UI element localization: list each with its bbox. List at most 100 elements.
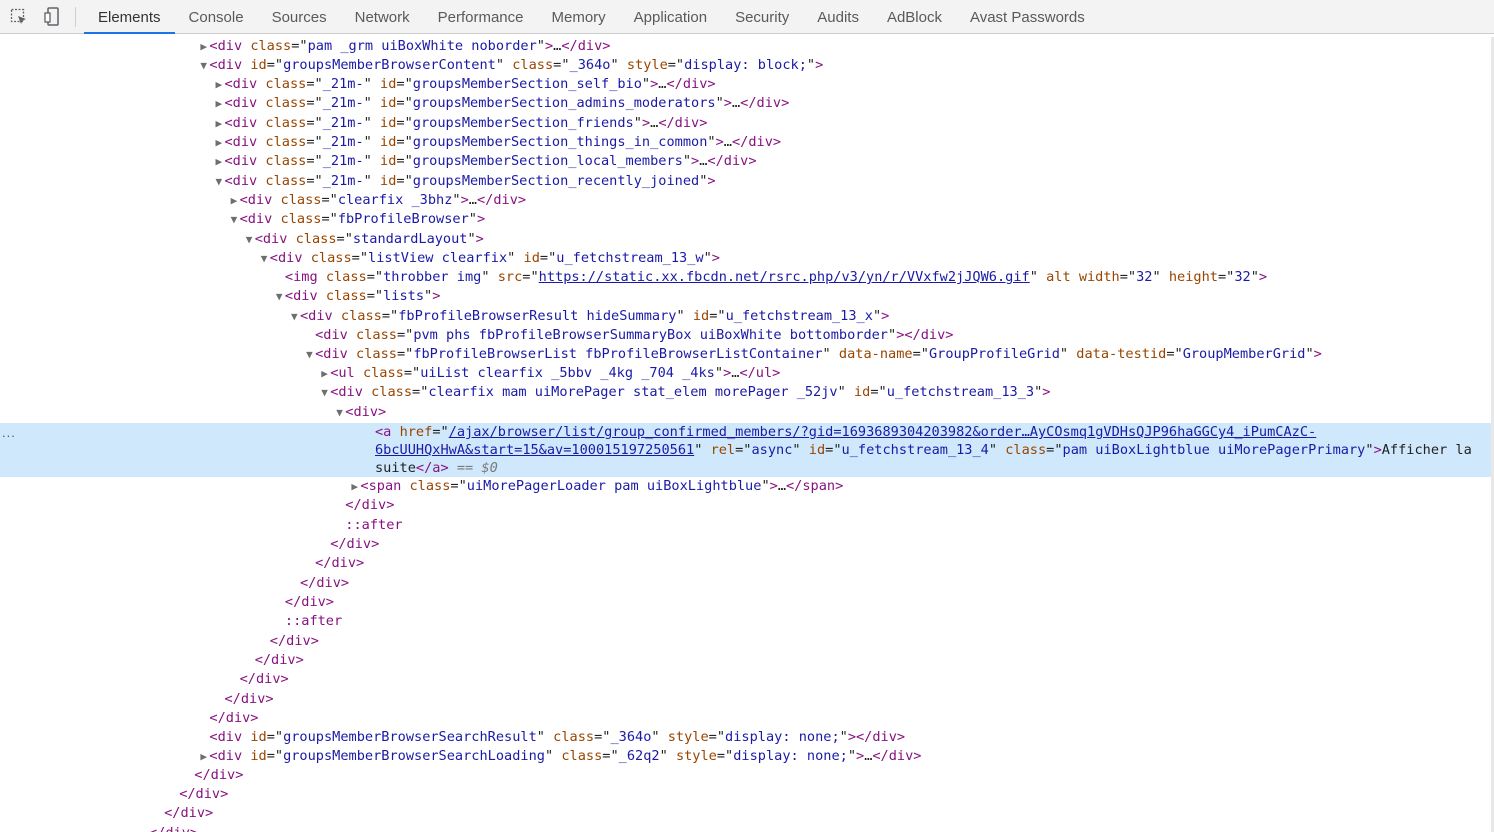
dom-node-line[interactable]: ▼ <div class="lists"> <box>0 287 1494 306</box>
tab-performance[interactable]: Performance <box>424 0 538 34</box>
expanded-triangle-icon[interactable]: ▼ <box>276 287 285 306</box>
dom-node-line[interactable]: </div> <box>0 535 1494 554</box>
token-pu: " <box>703 250 712 266</box>
dom-node-line[interactable]: </div> <box>0 593 1494 612</box>
dom-node-markup: ::after <box>285 613 342 629</box>
token-av: GroupProfileGrid <box>928 346 1060 362</box>
token-an: class <box>295 231 337 247</box>
dom-node-markup: <div class="fbProfileBrowserResult hideS… <box>300 308 889 324</box>
token-an: class <box>310 250 352 266</box>
device-toolbar-icon[interactable] <box>42 6 64 28</box>
token-av: groupsMemberSection_recently_joined <box>412 173 700 189</box>
dom-node-line[interactable]: <img class="throbber img" src="https://s… <box>0 268 1494 287</box>
dom-node-line[interactable]: ▼ <div class="standardLayout"> <box>0 230 1494 249</box>
dom-node-line[interactable]: ▶ <div class="_21m-" id="groupsMemberSect… <box>0 75 1494 94</box>
elements-dom-tree[interactable]: ... <a href="/ajax/browser/list/group_co… <box>0 37 1494 832</box>
expanded-triangle-icon[interactable]: ▼ <box>306 345 315 364</box>
dom-node-line[interactable]: ::after <box>0 612 1494 631</box>
tab-security[interactable]: Security <box>721 0 803 34</box>
dom-node-line[interactable]: ▼ <div class="_21m-" id="groupsMemberSect… <box>0 172 1494 191</box>
expanded-triangle-icon[interactable]: ▼ <box>261 249 270 268</box>
dom-node-line[interactable]: </div> <box>0 670 1494 689</box>
dom-node-line[interactable]: ▶ <div class="_21m-" id="groupsMemberSect… <box>0 94 1494 113</box>
dom-node-line[interactable]: ▼ <div> <box>0 403 1494 422</box>
token-pu: " <box>363 153 381 169</box>
expanded-triangle-icon[interactable]: ▼ <box>216 172 225 191</box>
tab-audits[interactable]: Audits <box>803 0 873 34</box>
dom-node-line[interactable]: </div> <box>0 496 1494 515</box>
dom-node-line[interactable]: ▼ <div class="fbProfileBrowserResult hide… <box>0 307 1494 326</box>
collapsed-triangle-icon[interactable]: ▶ <box>216 152 225 171</box>
token-an: id <box>250 729 267 745</box>
token-lk[interactable]: /ajax/browser/list/group_confirmed_membe… <box>449 424 1317 440</box>
dom-node-markup: <img class="throbber img" src="https://s… <box>285 269 1267 285</box>
dom-node-line[interactable]: </div> <box>0 785 1494 804</box>
token-av: display: none; <box>733 748 848 764</box>
expanded-triangle-icon[interactable]: ▼ <box>321 383 330 402</box>
dom-node-line[interactable]: </div> <box>0 824 1494 832</box>
dom-node-line[interactable]: </div> <box>0 651 1494 670</box>
dom-node-line[interactable]: <div class="pvm phs fbProfileBrowserSumm… <box>0 326 1494 345</box>
dom-node-line[interactable]: ▼ <div class="fbProfileBrowserList fbProf… <box>0 345 1494 364</box>
dom-node-line[interactable]: ▶ <ul class="uiList clearfix _5bbv _4kg _… <box>0 364 1494 383</box>
collapsed-triangle-icon[interactable]: ▶ <box>216 133 225 152</box>
dom-node-line[interactable]: </div> <box>0 574 1494 593</box>
dom-node-line[interactable]: ▶ <div id="groupsMemberBrowserSearchLoadi… <box>0 747 1494 766</box>
tab-sources[interactable]: Sources <box>258 0 341 34</box>
dom-node-line[interactable]: ▼ <div id="groupsMemberBrowserContent" cl… <box>0 56 1494 75</box>
node-actions-ellipsis[interactable]: ... <box>2 423 16 442</box>
dom-node-line[interactable]: ▶ <div class="_21m-" id="groupsMemberSect… <box>0 133 1494 152</box>
dom-node-line[interactable]: <div id="groupsMemberBrowserSearchResult… <box>0 728 1494 747</box>
token-pu: " <box>659 748 676 764</box>
collapsed-triangle-icon[interactable]: ▶ <box>321 364 330 383</box>
tab-console[interactable]: Console <box>175 0 258 34</box>
token-av: pvm phs fbProfileBrowserSummaryBox uiBox… <box>413 327 888 343</box>
dom-node-line[interactable]: ▶ <div class="clearfix _3bhz">…</div> <box>0 191 1494 210</box>
dom-node-line[interactable]: ::after <box>0 516 1494 535</box>
tab-adblock[interactable]: AdBlock <box>873 0 956 34</box>
collapsed-triangle-icon[interactable]: ▶ <box>216 114 225 133</box>
dom-node-line[interactable]: </div> <box>0 804 1494 823</box>
tab-avast-passwords[interactable]: Avast Passwords <box>956 0 1099 34</box>
token-av: _21m- <box>322 76 364 92</box>
token-an: href <box>399 424 433 440</box>
dom-node-line[interactable]: ▶ <div class="_21m-" id="groupsMemberSect… <box>0 152 1494 171</box>
expanded-triangle-icon[interactable]: ▼ <box>246 230 255 249</box>
dom-node-line[interactable]: </div> <box>0 554 1494 573</box>
token-lk[interactable]: https://static.xx.fbcdn.net/rsrc.php/v3/… <box>539 269 1030 285</box>
selected-node[interactable]: ... <a href="/ajax/browser/list/group_co… <box>0 423 1494 477</box>
dom-node-line[interactable]: </div> <box>0 690 1494 709</box>
collapsed-triangle-icon[interactable]: ▶ <box>216 75 225 94</box>
dom-node-line[interactable]: ▶ <div class="_21m-" id="groupsMemberSect… <box>0 114 1494 133</box>
dom-node-line[interactable]: </div> <box>0 709 1494 728</box>
tab-application[interactable]: Application <box>620 0 721 34</box>
token-an: src <box>497 269 523 285</box>
expanded-triangle-icon[interactable]: ▼ <box>336 403 345 422</box>
dom-node-line[interactable]: ▶ <span class="uiMorePagerLoader pam uiBo… <box>0 477 1494 496</box>
dom-node-line[interactable]: ▼ <div class="clearfix mam uiMorePager st… <box>0 383 1494 402</box>
token-pu: " <box>676 308 693 324</box>
token-tg: > <box>432 288 441 304</box>
expanded-triangle-icon[interactable]: ▼ <box>291 307 300 326</box>
tab-memory[interactable]: Memory <box>538 0 620 34</box>
dom-node-line[interactable]: ▼ <div class="fbProfileBrowser"> <box>0 210 1494 229</box>
dom-node-line[interactable]: </div> <box>0 632 1494 651</box>
tab-elements[interactable]: Elements <box>84 0 175 34</box>
dom-node-markup: <ul class="uiList clearfix _5bbv _4kg _7… <box>330 365 780 381</box>
collapsed-triangle-icon[interactable]: ▶ <box>216 94 225 113</box>
token-tx: suite <box>375 460 416 476</box>
expanded-triangle-icon[interactable]: ▼ <box>231 210 240 229</box>
tab-network[interactable]: Network <box>341 0 424 34</box>
collapsed-triangle-icon[interactable]: ▶ <box>231 191 240 210</box>
token-pu: " <box>988 442 1006 458</box>
token-lk[interactable]: 6bcUUHQxHwA&start=15&av=100015197250561 <box>375 442 694 458</box>
dom-node-line[interactable]: ▶ <div class="pam _grm uiBoxWhite noborde… <box>0 37 1494 56</box>
dom-node-line[interactable]: ▼ <div class="listView clearfix" id="u_fe… <box>0 249 1494 268</box>
dom-node-line[interactable]: </div> <box>0 766 1494 785</box>
inspect-element-icon[interactable] <box>8 6 30 28</box>
dom-node-markup: </div> <box>149 825 198 832</box>
token-an: style <box>626 57 668 73</box>
token-an: class <box>356 327 397 343</box>
token-tg: <div <box>315 327 357 343</box>
